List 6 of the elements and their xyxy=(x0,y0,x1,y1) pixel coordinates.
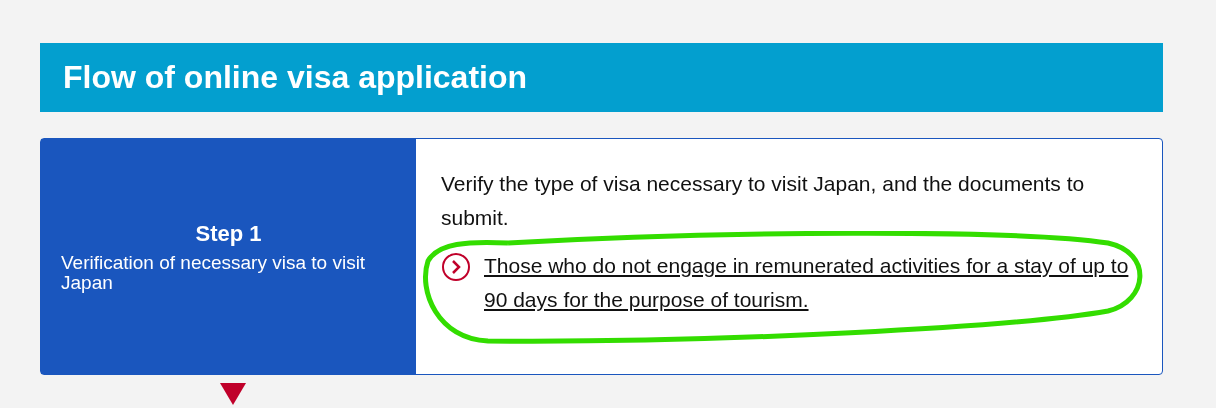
section-title: Flow of online visa application xyxy=(63,59,528,96)
chevron-circle-icon xyxy=(441,252,471,282)
down-triangle-icon xyxy=(220,383,246,405)
step-number: Step 1 xyxy=(194,220,263,247)
step-description: Verify the type of visa necessary to visit Japan, and the documents to submit. xyxy=(441,171,1086,231)
step-name: Verification of necessary visa to visit Japan xyxy=(61,252,367,293)
